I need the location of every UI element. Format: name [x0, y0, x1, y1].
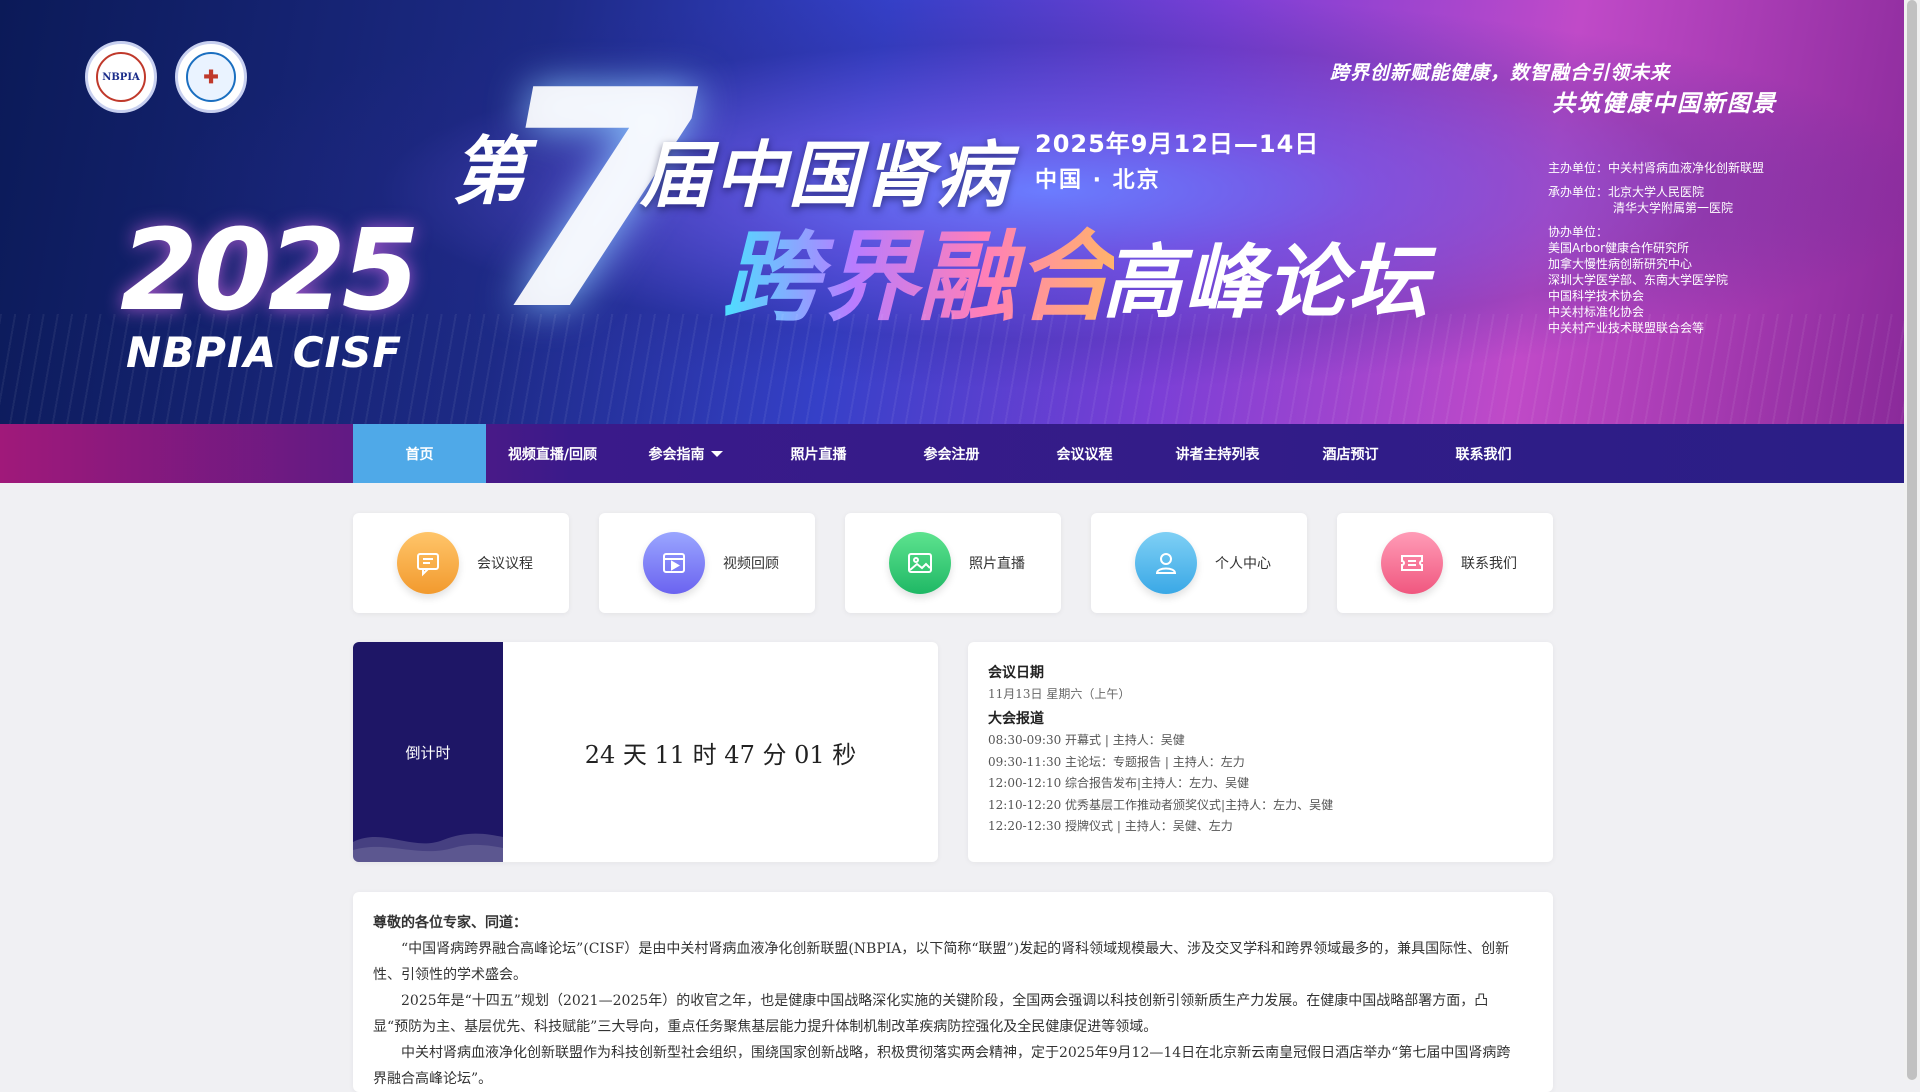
intro-panel: 尊敬的各位专家、同道： “中国肾病跨界融合高峰论坛”(CISF）是由中关村肾病血… [353, 892, 1553, 1092]
chevron-down-icon [710, 450, 723, 457]
nav-register[interactable]: 参会注册 [885, 424, 1018, 483]
co-org: 中关村标准化协会 [1548, 305, 1645, 319]
countdown-label-box: 倒计时 [353, 642, 503, 862]
card-label: 会议议程 [477, 556, 533, 572]
nav-home[interactable]: 首页 [353, 424, 486, 483]
quick-links: 会议议程 视频回顾 照片直播 个人中心 联系我们 [353, 513, 1553, 613]
event-place: 中国 · 北京 [1035, 168, 1161, 193]
nav-label: 联系我们 [1455, 446, 1512, 463]
nbpia-logo: NBPIA [85, 41, 157, 113]
host-org: 主办单位：中关村肾病血液净化创新联盟 [1548, 161, 1765, 175]
countdown-panel: 倒计时 24 天 11 时 47 分 01 秒 [353, 642, 938, 862]
countdown-label: 倒计时 [405, 743, 451, 762]
nav-label: 视频直播/回顾 [507, 446, 598, 463]
organizer-org: 承办单位：北京大学人民医院 [1548, 185, 1705, 199]
partner-logo-emblem: ✚ [186, 52, 236, 102]
image-icon [889, 532, 951, 594]
schedule-section: 大会报道 [988, 711, 1044, 727]
schedule-row: 08:30-09:30 开幕式 | 主持人：吴健 [988, 733, 1185, 747]
schedule-row: 12:20-12:30 授牌仪式 | 主持人：吴健、左力 [988, 819, 1233, 833]
partner-logo: ✚ [175, 41, 247, 113]
card-agenda[interactable]: 会议议程 [353, 513, 569, 613]
nav-label: 酒店预订 [1322, 446, 1379, 463]
countdown-value: 24 天 11 时 47 分 01 秒 [584, 740, 857, 769]
nbpia-logo-text: NBPIA [96, 52, 146, 102]
nav-label: 照片直播 [790, 446, 847, 463]
intro-paragraph: 2025年是“十四五”规划（2021—2025年）的收官之年，也是健康中国战略深… [373, 993, 1489, 1035]
nav-label: 参会注册 [923, 446, 980, 463]
nav-label: 讲者主持列表 [1175, 446, 1260, 463]
title-forum: 高峰论坛 [1102, 236, 1430, 329]
header-banner: NBPIA ✚ 2025 NBPIA CISF 7 第 届中国肾病 跨界融合 高… [0, 0, 1904, 424]
card-profile[interactable]: 个人中心 [1091, 513, 1307, 613]
title-calligraphy: 跨界融合 [722, 198, 1114, 340]
co-org: 中关村产业技术联盟联合会等 [1548, 321, 1705, 335]
nav-label: 首页 [405, 446, 434, 463]
wave-decoration [353, 833, 503, 862]
co-org: 中国科学技术协会 [1548, 289, 1645, 303]
nav-hotel[interactable]: 酒店预订 [1284, 424, 1417, 483]
card-video[interactable]: 视频回顾 [599, 513, 815, 613]
schedule-row: 12:10-12:20 优秀基层工作推动者颁奖仪式|主持人：左力、吴健 [988, 797, 1334, 812]
nav-guide[interactable]: 参会指南 [619, 424, 752, 483]
intro-greeting: 尊敬的各位专家、同道： [373, 915, 527, 931]
schedule-row: 09:30-11:30 主论坛：专题报告 | 主持人：左力 [988, 754, 1245, 769]
card-label: 联系我们 [1461, 556, 1517, 572]
slogan-line-1: 跨界创新赋能健康，数智融合引领未来 [1330, 62, 1671, 84]
year-subtitle: NBPIA CISF [126, 328, 403, 377]
schedule-title: 会议日期 [988, 665, 1044, 681]
nav-agenda[interactable]: 会议议程 [1018, 424, 1151, 483]
schedule-day: 11月13日 星期六（上午） [988, 687, 1131, 701]
video-icon [643, 532, 705, 594]
schedule-panel: 会议日期 11月13日 星期六（上午） 大会报道 08:30-09:30 开幕式… [968, 642, 1553, 862]
year-text: 2025 [120, 206, 420, 336]
slogan-line-2: 共筑健康中国新图景 [1552, 91, 1777, 117]
co-org: 美国Arbor健康合作研究所 [1548, 241, 1690, 255]
nav-photo-live[interactable]: 照片直播 [752, 424, 885, 483]
schedule-row: 12:00-12:10 综合报告发布|主持人：左力、吴健 [988, 776, 1250, 790]
nav-label: 会议议程 [1056, 446, 1113, 463]
event-date: 2025年9月12日—14日 [1035, 130, 1320, 158]
ticket-icon [1381, 532, 1443, 594]
card-photo[interactable]: 照片直播 [845, 513, 1061, 613]
chat-icon [397, 532, 459, 594]
intro-paragraph: “中国肾病跨界融合高峰论坛”(CISF）是由中关村肾病血液净化创新联盟(NBPI… [373, 941, 1510, 983]
scrollbar-thumb[interactable] [1907, 0, 1917, 1080]
card-contact[interactable]: 联系我们 [1337, 513, 1553, 613]
intro-paragraph: 中关村肾病血液净化创新联盟作为科技创新型社会组织，围绕国家创新战略，积极贯彻落实… [373, 1045, 1511, 1087]
nav-contact[interactable]: 联系我们 [1417, 424, 1550, 483]
nav-speakers[interactable]: 讲者主持列表 [1151, 424, 1284, 483]
vertical-scrollbar[interactable] [1904, 0, 1920, 1080]
card-label: 视频回顾 [723, 556, 779, 572]
organizer-org-2: 清华大学附属第一医院 [1613, 201, 1734, 215]
card-label: 照片直播 [969, 556, 1025, 572]
card-label: 个人中心 [1215, 556, 1271, 572]
title-prefix: 第 [452, 129, 526, 215]
co-org-label: 协办单位： [1548, 225, 1609, 239]
organizers-list: 主办单位：中关村肾病血液净化创新联盟 承办单位：北京大学人民医院 清华大学附属第… [1548, 160, 1764, 336]
main-nav: 首页 视频直播/回顾 参会指南 照片直播 参会注册 会议议程 讲者主持列表 酒店… [0, 424, 1904, 483]
user-icon [1135, 532, 1197, 594]
co-org: 加拿大慢性病创新研究中心 [1548, 257, 1693, 271]
nav-label: 参会指南 [648, 446, 705, 463]
co-org: 深圳大学医学部、东南大学医学院 [1548, 273, 1729, 287]
nav-video[interactable]: 视频直播/回顾 [486, 424, 619, 483]
